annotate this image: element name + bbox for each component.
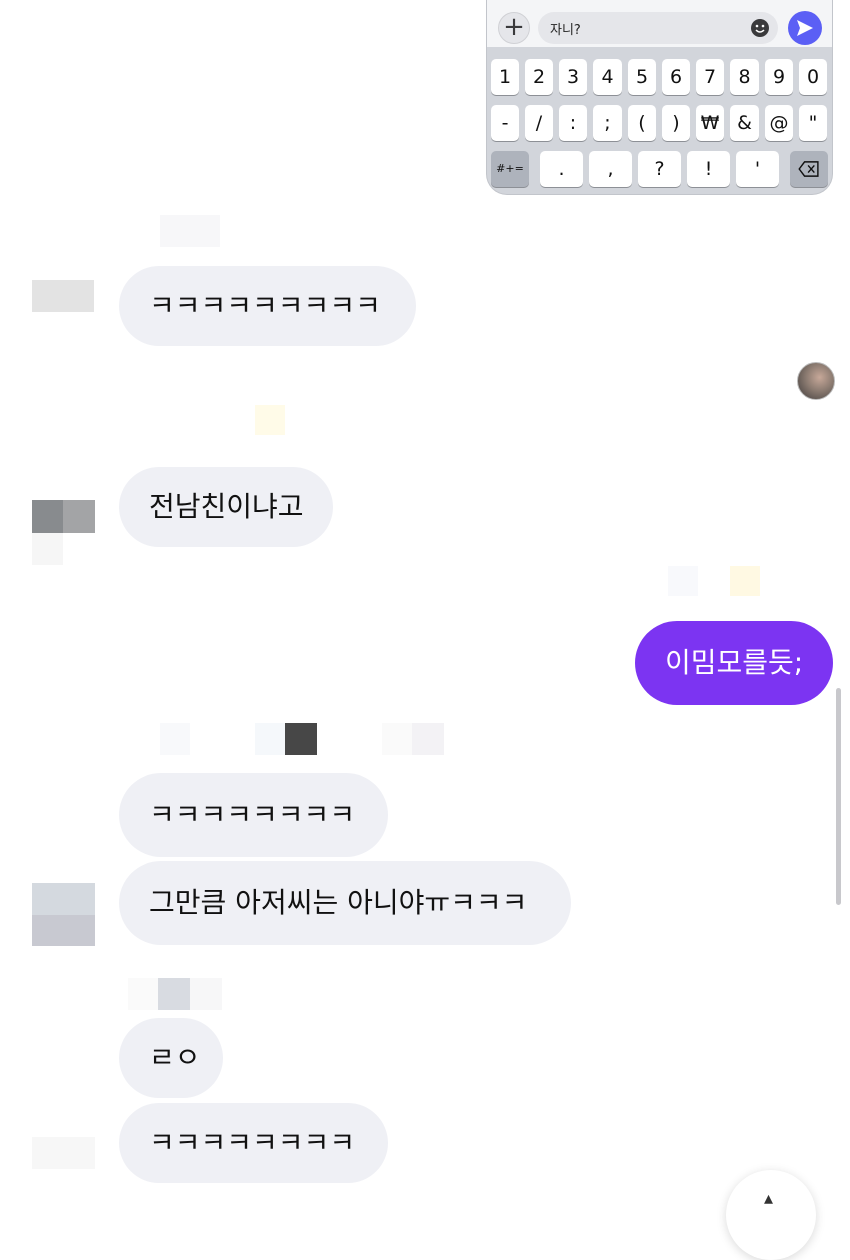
redacted-block xyxy=(190,978,222,1010)
emoji-icon[interactable] xyxy=(750,18,770,38)
keyboard-screenshot: + 자니? 1 2 3 4 5 6 7 8 9 0 - / : ; ( ) ₩ … xyxy=(487,0,832,194)
key[interactable]: ₩ xyxy=(696,105,724,141)
message-bubble-incoming[interactable]: ㅋㅋㅋㅋㅋㅋㅋㅋ xyxy=(119,1103,388,1183)
message-input-text: 자니? xyxy=(550,23,581,38)
key[interactable]: ( xyxy=(628,105,656,141)
redacted-block xyxy=(128,978,158,1010)
key[interactable]: - xyxy=(491,105,519,141)
symbols-toggle-key[interactable]: #+= xyxy=(491,151,529,187)
redacted-block xyxy=(255,405,285,435)
key[interactable]: 8 xyxy=(730,59,759,95)
key[interactable]: 3 xyxy=(559,59,587,95)
message-bubble-incoming[interactable]: ㄹㅇ xyxy=(119,1018,223,1098)
key[interactable]: , xyxy=(589,151,632,187)
redacted-block xyxy=(32,883,95,915)
key[interactable]: 4 xyxy=(593,59,622,95)
message-bubble-incoming[interactable]: ㅋㅋㅋㅋㅋㅋㅋㅋㅋ xyxy=(119,266,416,346)
redacted-block xyxy=(32,915,95,946)
redacted-block xyxy=(32,533,63,565)
plus-icon[interactable]: + xyxy=(498,12,530,44)
avatar[interactable] xyxy=(797,362,835,400)
scrollbar[interactable] xyxy=(836,688,841,905)
redacted-block xyxy=(160,215,220,247)
message-bubble-outgoing[interactable]: 이밈모를듯; xyxy=(635,621,833,705)
key[interactable]: ? xyxy=(638,151,681,187)
key[interactable]: / xyxy=(525,105,553,141)
backspace-icon xyxy=(798,161,819,177)
key[interactable]: ; xyxy=(593,105,622,141)
key[interactable]: 1 xyxy=(491,59,519,95)
message-bubble-incoming[interactable]: 그만큼 아저씨는 아니야ㅠㅋㅋㅋ xyxy=(119,861,571,945)
key[interactable]: ) xyxy=(662,105,690,141)
redacted-block xyxy=(382,723,412,755)
redacted-block xyxy=(32,1137,95,1169)
key[interactable]: : xyxy=(559,105,587,141)
redacted-block xyxy=(158,978,190,1010)
message-bubble-incoming[interactable]: ㅋㅋㅋㅋㅋㅋㅋㅋ xyxy=(119,773,388,857)
redacted-block xyxy=(730,566,760,596)
backspace-key[interactable] xyxy=(790,151,828,187)
message-input-bar: + 자니? xyxy=(487,0,832,47)
key[interactable]: " xyxy=(799,105,827,141)
key[interactable]: ' xyxy=(736,151,779,187)
key[interactable]: 2 xyxy=(525,59,553,95)
redacted-block xyxy=(160,723,190,755)
key[interactable]: 5 xyxy=(628,59,656,95)
key[interactable]: ! xyxy=(687,151,730,187)
redacted-block xyxy=(32,280,94,312)
send-button[interactable] xyxy=(788,11,822,45)
redacted-block xyxy=(32,500,63,533)
chevron-up-icon: ▴ xyxy=(764,1188,774,1209)
redacted-block xyxy=(412,723,444,755)
redacted-block xyxy=(63,500,95,533)
redacted-block xyxy=(255,723,285,755)
redacted-block xyxy=(668,566,698,596)
key[interactable]: 7 xyxy=(696,59,724,95)
key[interactable]: 6 xyxy=(662,59,690,95)
send-icon xyxy=(797,20,813,36)
key[interactable]: @ xyxy=(765,105,793,141)
key[interactable]: . xyxy=(540,151,583,187)
scroll-down-button[interactable]: ▴ xyxy=(726,1170,816,1260)
message-input[interactable]: 자니? xyxy=(538,12,778,44)
redacted-block xyxy=(285,723,317,755)
message-bubble-incoming[interactable]: 전남친이냐고 xyxy=(119,467,333,547)
key[interactable]: 0 xyxy=(799,59,827,95)
key[interactable]: & xyxy=(730,105,759,141)
key[interactable]: 9 xyxy=(765,59,793,95)
